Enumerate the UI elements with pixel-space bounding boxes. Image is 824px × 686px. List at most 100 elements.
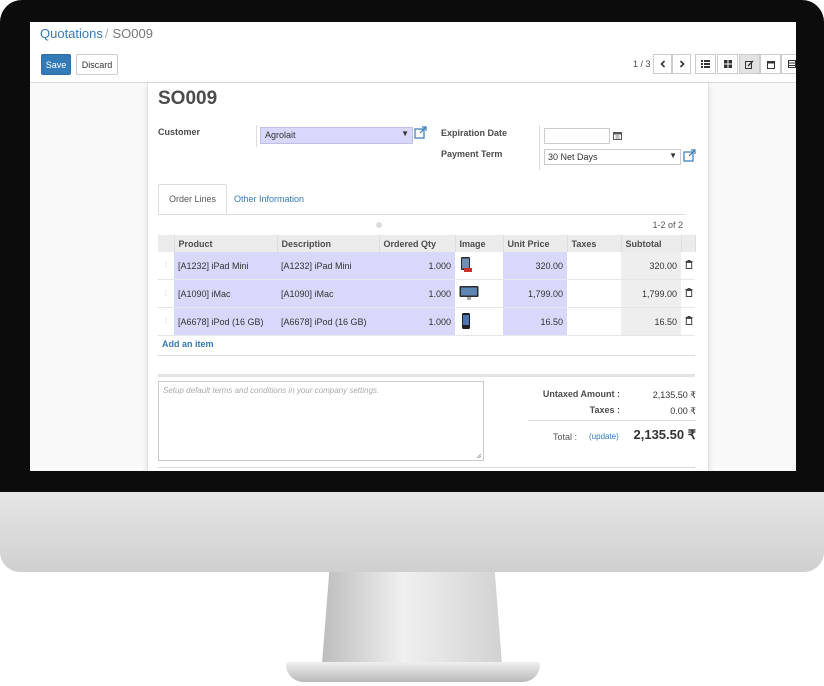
cell-image xyxy=(455,279,503,308)
taxes-value: 0.00 ₹ xyxy=(670,406,696,416)
divider xyxy=(256,125,257,147)
column-header-ordered-qty[interactable]: Ordered Qty xyxy=(379,235,456,252)
chevron-left-icon xyxy=(659,60,665,68)
column-header-description[interactable]: Description xyxy=(277,235,380,252)
kanban-view-icon xyxy=(723,60,732,68)
terms-conditions-textarea[interactable]: Setup default terms and conditions in yo… xyxy=(158,381,484,461)
tab-other-information[interactable]: Other Information xyxy=(224,184,314,214)
untaxed-amount-label: Untaxed Amount : xyxy=(542,389,620,399)
cell-taxes[interactable] xyxy=(567,307,621,336)
pivot-view-button[interactable] xyxy=(781,54,796,74)
cell-unit-price[interactable]: 1,799.00 xyxy=(503,279,567,308)
cell-delete[interactable] xyxy=(681,279,695,308)
column-header-unit-price[interactable]: Unit Price xyxy=(503,235,568,252)
expiration-date-input[interactable] xyxy=(544,128,610,144)
pager-previous-button[interactable] xyxy=(653,54,672,74)
trash-icon[interactable] xyxy=(685,288,693,297)
cell-subtotal: 1,799.00 xyxy=(621,279,681,308)
cell-subtotal: 16.50 xyxy=(621,307,681,336)
cell-ordered-qty[interactable]: 1.000 xyxy=(379,307,455,336)
table-row[interactable]: ⁞ [A1232] iPad Mini [A1232] iPad Mini 1.… xyxy=(158,252,695,280)
tab-order-lines[interactable]: Order Lines xyxy=(158,184,228,214)
row-handle-icon[interactable]: ⁞ xyxy=(158,252,174,280)
cell-product[interactable]: [A1232] iPad Mini xyxy=(174,252,277,280)
cell-delete[interactable] xyxy=(681,252,695,280)
table-row[interactable]: ⁞ [A1090] iMac [A1090] iMac 1.000 1,799.… xyxy=(158,279,695,308)
column-header-taxes[interactable]: Taxes xyxy=(567,235,622,252)
cell-unit-price[interactable]: 16.50 xyxy=(503,307,567,336)
cell-taxes[interactable] xyxy=(567,252,621,280)
cell-description[interactable]: [A1090] iMac xyxy=(277,279,379,308)
calendar-view-button[interactable] xyxy=(760,54,781,74)
dropdown-caret-icon: ▼ xyxy=(401,129,409,138)
pager-next-button[interactable] xyxy=(672,54,691,74)
table-row[interactable]: ⁞ [A6678] iPod (16 GB) [A6678] iPod (16 … xyxy=(158,307,695,336)
payment-term-label: Payment Term xyxy=(441,149,503,159)
form-sheet: SO009 Customer Agrolait ▼ Expiration Dat… xyxy=(147,83,709,471)
notebook-tabs: Order Lines Other Information xyxy=(158,184,686,215)
cell-delete[interactable] xyxy=(681,307,695,336)
external-link-icon[interactable] xyxy=(683,149,696,162)
row-handle-icon[interactable]: ⁞ xyxy=(158,307,174,336)
customer-label: Customer xyxy=(158,127,201,137)
external-link-icon[interactable] xyxy=(414,126,427,139)
save-button[interactable]: Save xyxy=(41,54,71,75)
payment-term-select[interactable]: 30 Net Days ▼ xyxy=(544,149,681,165)
trash-icon[interactable] xyxy=(685,316,693,325)
form-view-button[interactable] xyxy=(739,54,760,74)
pager-value: 1 / 3 xyxy=(633,59,651,69)
cell-description[interactable]: [A6678] iPod (16 GB) xyxy=(277,307,379,336)
row-handle-icon[interactable]: ⁞ xyxy=(158,279,174,308)
column-header-product[interactable]: Product xyxy=(174,235,278,252)
pager-range: 1-2 of 2 xyxy=(652,220,683,230)
cell-ordered-qty[interactable]: 1.000 xyxy=(379,252,455,280)
expiration-date-label: Expiration Date xyxy=(441,128,508,138)
divider xyxy=(158,355,695,356)
cell-ordered-qty[interactable]: 1.000 xyxy=(379,279,455,308)
kanban-view-button[interactable] xyxy=(717,54,738,74)
cell-product[interactable]: [A1090] iMac xyxy=(174,279,277,308)
monitor-stand-base xyxy=(286,662,540,682)
update-link[interactable]: (update) xyxy=(589,432,619,441)
list-view-button[interactable] xyxy=(695,54,716,74)
divider xyxy=(528,420,696,421)
add-an-item-link[interactable]: Add an item xyxy=(162,339,214,349)
column-header-image[interactable]: Image xyxy=(455,235,504,252)
ipad-mini-image xyxy=(461,256,472,272)
table-header-row: Product Description Ordered Qty Image Un… xyxy=(158,235,696,252)
divider xyxy=(539,125,540,170)
trash-icon[interactable] xyxy=(685,260,693,269)
breadcrumb-current: SO009 xyxy=(112,26,153,41)
total-value: 2,135.50 ₹ xyxy=(633,427,697,442)
ipod-image xyxy=(462,312,470,329)
form-view-icon xyxy=(745,60,754,69)
breadcrumb-quotations-link[interactable]: Quotations xyxy=(40,26,103,41)
screen: Quotations / SO009 Save Discard 1 / 3 SO00… xyxy=(30,22,796,471)
cell-unit-price[interactable]: 320.00 xyxy=(503,252,567,280)
order-lines-table: Product Description Ordered Qty Image Un… xyxy=(158,235,696,336)
pivot-view-icon xyxy=(787,60,796,68)
dropdown-caret-icon: ▼ xyxy=(669,151,677,160)
customer-value: Agrolait xyxy=(265,130,296,140)
untaxed-amount-value: 2,135.50 ₹ xyxy=(652,390,696,400)
breadcrumb-separator: / xyxy=(104,26,109,41)
form-view: SO009 Customer Agrolait ▼ Expiration Dat… xyxy=(30,83,796,471)
page-title: SO009 xyxy=(158,88,218,109)
resize-handle-icon[interactable] xyxy=(476,453,482,459)
calendar-icon[interactable] xyxy=(613,131,622,140)
cell-image xyxy=(455,252,503,280)
cell-description[interactable]: [A1232] iPad Mini xyxy=(277,252,379,280)
total-label: Total : xyxy=(552,432,577,442)
divider xyxy=(158,374,695,377)
drag-handle[interactable] xyxy=(376,222,382,228)
cell-taxes[interactable] xyxy=(567,279,621,308)
list-view-icon xyxy=(701,60,710,68)
cell-product[interactable]: [A6678] iPod (16 GB) xyxy=(174,307,277,336)
monitor-stand-neck xyxy=(322,572,502,664)
chevron-right-icon xyxy=(679,60,685,68)
discard-button[interactable]: Discard xyxy=(76,54,118,75)
calendar-view-icon xyxy=(766,60,775,69)
column-header-subtotal[interactable]: Subtotal xyxy=(621,235,682,252)
taxes-label: Taxes : xyxy=(589,405,620,415)
customer-select[interactable]: Agrolait ▼ xyxy=(260,127,413,144)
